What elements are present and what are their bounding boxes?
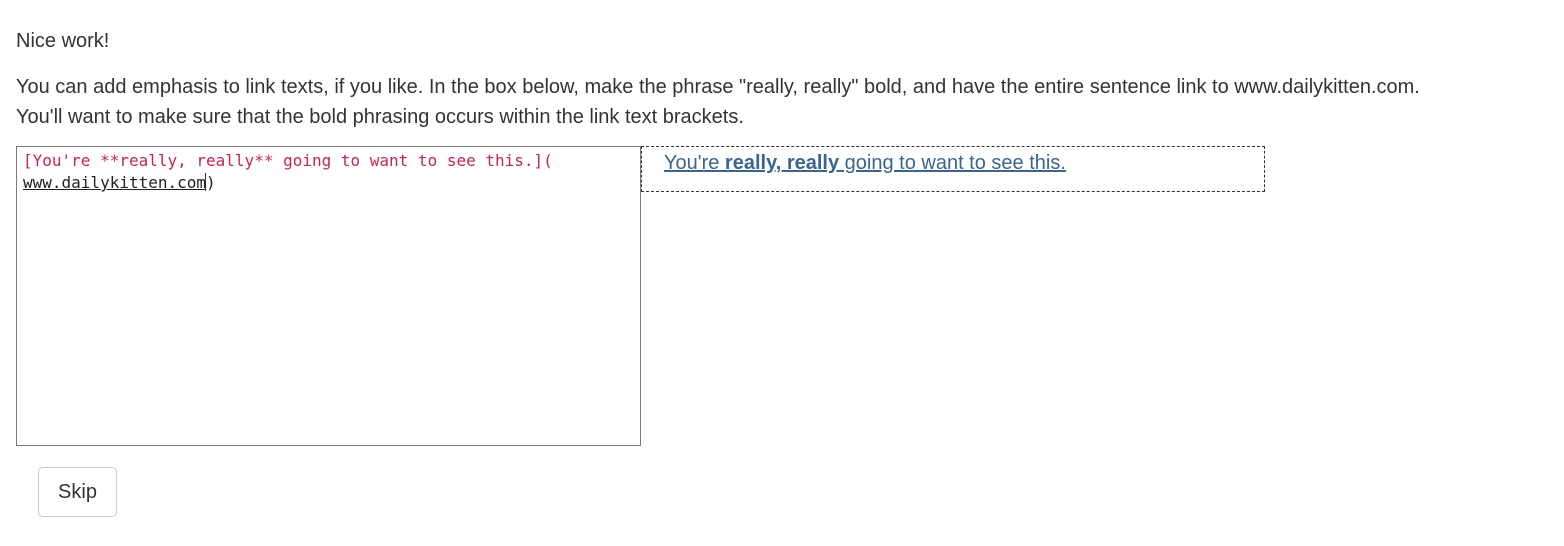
preview-link-bold-text: really, really (724, 152, 840, 174)
preview-link-text-after: going to want to see this. (839, 152, 1066, 174)
instructions: You can add emphasis to link texts, if y… (16, 72, 1546, 132)
skip-button[interactable]: Skip (38, 467, 117, 517)
feedback-message: Nice work! (16, 30, 110, 52)
editor-content[interactable]: [You're **really, really** going to want… (23, 150, 623, 194)
editor-url: www.dailykitten.com (23, 173, 207, 192)
instructions-line-2: You'll want to make sure that the bold p… (16, 106, 744, 128)
preview-link[interactable]: You're really, really going to want to s… (664, 151, 1066, 175)
preview-link-text-before: You're (664, 152, 725, 174)
rendered-preview: You're really, really going to want to s… (641, 146, 1265, 192)
instructions-line-1: You can add emphasis to link texts, if y… (16, 76, 1420, 98)
editor-markdown-line-1: [You're **really, really** going to want… (23, 151, 553, 170)
editor-close-paren: ) (206, 173, 216, 192)
markdown-editor[interactable]: [You're **really, really** going to want… (16, 146, 641, 446)
